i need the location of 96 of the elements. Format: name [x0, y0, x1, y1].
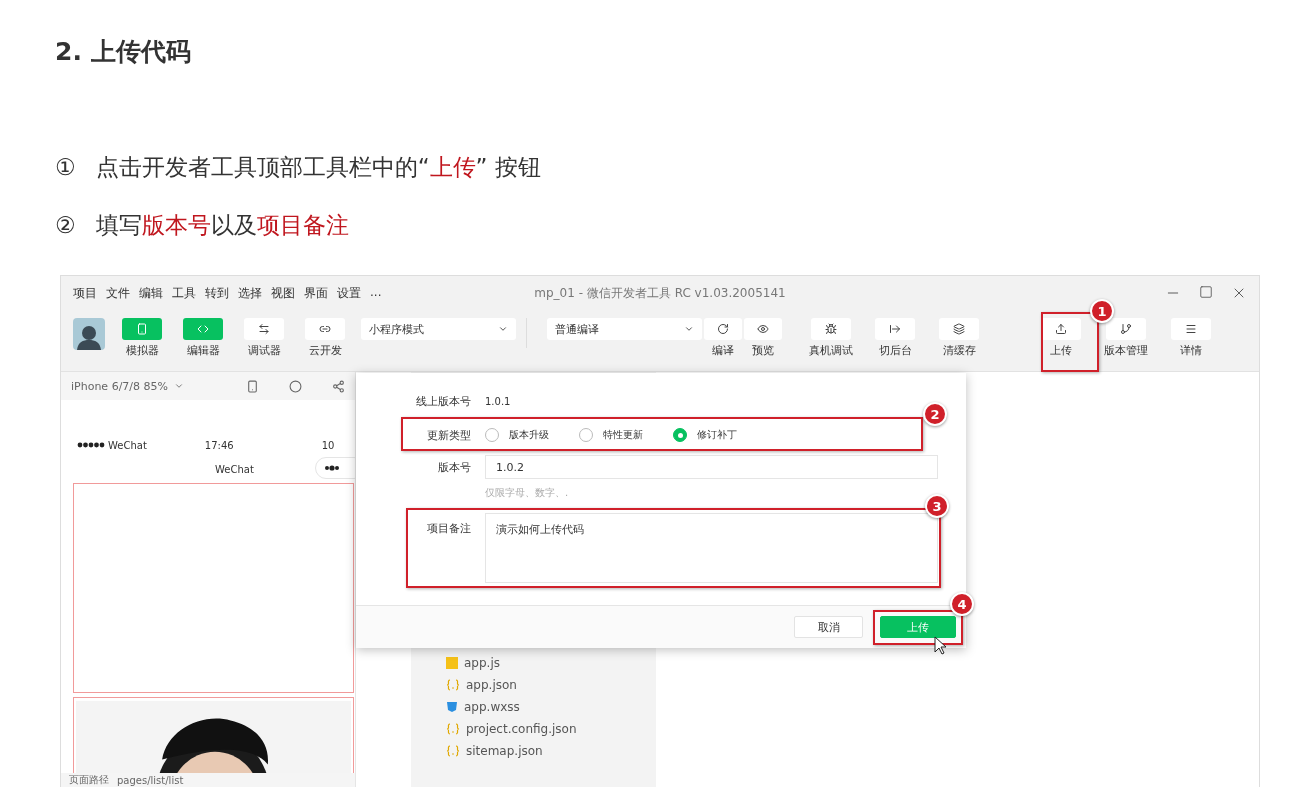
menu-item[interactable]: ... — [370, 284, 382, 302]
version-field[interactable]: 1.0.2 — [485, 455, 938, 479]
field-label: 项目备注 — [426, 521, 471, 536]
radio-label: 特性更新 — [603, 428, 643, 442]
toolbar-label: 模拟器 — [125, 343, 159, 358]
nav-title: WeChat — [215, 463, 254, 475]
caret-icon — [174, 381, 184, 391]
caret-icon — [498, 324, 508, 334]
page-path-label[interactable]: 页面路径 — [69, 773, 109, 787]
toolbar-label: 真机调试 — [809, 343, 853, 358]
toolbar-label: 切后台 — [878, 343, 912, 358]
status-time: 17:46 — [204, 439, 234, 451]
file-name[interactable]: sitemap.json — [466, 743, 543, 758]
carrier-text: WeChat — [108, 439, 147, 451]
tool-button[interactable] — [811, 318, 851, 340]
bug-icon — [825, 323, 837, 335]
window-title: mp_01 - 微信开发者工具 RC v1.03.2005141 — [534, 284, 786, 302]
tool-button[interactable] — [875, 318, 915, 340]
step-number: ① — [55, 153, 76, 182]
step-number: ② — [55, 211, 76, 240]
field-label: 版本号 — [437, 459, 471, 475]
toolbar-label: 详情 — [1180, 343, 1202, 358]
mode-select[interactable]: 小程序模式 — [361, 318, 516, 340]
more-icon — [324, 465, 340, 471]
device-select[interactable]: iPhone 6/7/8 85% — [71, 379, 168, 393]
toolbar-label: 上传 — [1050, 343, 1072, 358]
toolbar-label: 调试器 — [247, 343, 281, 358]
menu-item[interactable]: 工具 — [172, 284, 196, 302]
arrow-right-icon — [889, 323, 901, 335]
caret-icon — [684, 324, 694, 334]
menu-icon — [1185, 323, 1197, 335]
braces-icon — [446, 678, 460, 691]
tool-button[interactable] — [939, 318, 979, 340]
upload-icon — [1055, 323, 1067, 335]
note-field[interactable]: 演示如何上传代码 — [485, 513, 938, 583]
radio-button[interactable] — [485, 428, 499, 442]
avatar[interactable] — [73, 318, 105, 350]
eye-icon — [757, 323, 769, 335]
step-text: 点击开发者工具顶部工具栏中的“上传” 按钮 — [95, 153, 541, 182]
braces-icon — [446, 722, 460, 735]
section-heading: 2. 上传代码 — [55, 36, 192, 68]
share-icon[interactable] — [332, 379, 345, 393]
signal-icon — [77, 442, 105, 448]
publish-button[interactable] — [1106, 318, 1146, 340]
menu-item[interactable]: 转到 — [205, 284, 229, 302]
step-text: 填写版本号以及项目备注 — [95, 211, 349, 240]
braces-icon — [446, 744, 460, 757]
view-toggle-button[interactable] — [244, 318, 284, 340]
radio-button[interactable] — [579, 428, 593, 442]
menu-item[interactable]: 项目 — [73, 284, 97, 302]
menu-item[interactable]: 编辑 — [139, 284, 163, 302]
file-name[interactable]: project.config.json — [466, 721, 577, 736]
view-toggle-button[interactable] — [183, 318, 223, 340]
compile-select[interactable]: 普通编译 — [547, 318, 702, 340]
refresh-icon — [717, 323, 729, 335]
page-path: pages/list/list — [117, 774, 184, 786]
file-name[interactable]: app.wxss — [464, 699, 520, 714]
phone-icon[interactable] — [246, 379, 259, 393]
record-icon[interactable] — [289, 379, 302, 393]
menu-item[interactable]: 选择 — [238, 284, 262, 302]
publish-button[interactable] — [1171, 318, 1211, 340]
field-label: 更新类型 — [426, 427, 471, 443]
swap-arrows-icon — [258, 323, 270, 335]
css-file-icon — [446, 700, 458, 713]
link-icon — [319, 323, 331, 335]
code-icon — [197, 323, 209, 335]
compile-tool-button[interactable] — [744, 318, 782, 340]
toolbar-label: 预览 — [752, 343, 774, 358]
publish-button[interactable] — [1041, 318, 1081, 340]
toolbar-label: 清缓存 — [942, 343, 976, 358]
field-hint: 仅限字母、数字、. — [485, 486, 570, 500]
view-toggle-button[interactable] — [305, 318, 345, 340]
branch-icon — [1120, 323, 1132, 335]
cancel-button[interactable]: 取消 — [794, 616, 863, 638]
layers-icon — [953, 323, 965, 335]
toolbar-label: 编译 — [712, 343, 734, 358]
toolbar-label: 编辑器 — [186, 343, 220, 358]
maximize-icon[interactable] — [1199, 285, 1213, 299]
file-name[interactable]: app.json — [466, 677, 517, 692]
menu-item[interactable]: 文件 — [106, 284, 130, 302]
view-toggle-button[interactable] — [122, 318, 162, 340]
menu-item[interactable]: 设置 — [337, 284, 361, 302]
radio-label: 修订补丁 — [697, 428, 737, 442]
menu-item[interactable]: 界面 — [304, 284, 328, 302]
battery-text: 10 — [321, 439, 335, 451]
file-name[interactable]: app.js — [464, 655, 500, 670]
toolbar-label: 云开发 — [308, 343, 342, 358]
js-file-icon — [446, 656, 458, 669]
toolbar-label: 版本管理 — [1104, 343, 1148, 358]
field-label: 线上版本号 — [415, 393, 471, 409]
menu-item[interactable]: 视图 — [271, 284, 295, 302]
radio-label: 版本升级 — [509, 428, 549, 442]
compile-tool-button[interactable] — [704, 318, 742, 340]
radio-button[interactable] — [673, 428, 687, 442]
field-value: 1.0.1 — [485, 395, 512, 407]
phone-icon — [136, 323, 148, 335]
